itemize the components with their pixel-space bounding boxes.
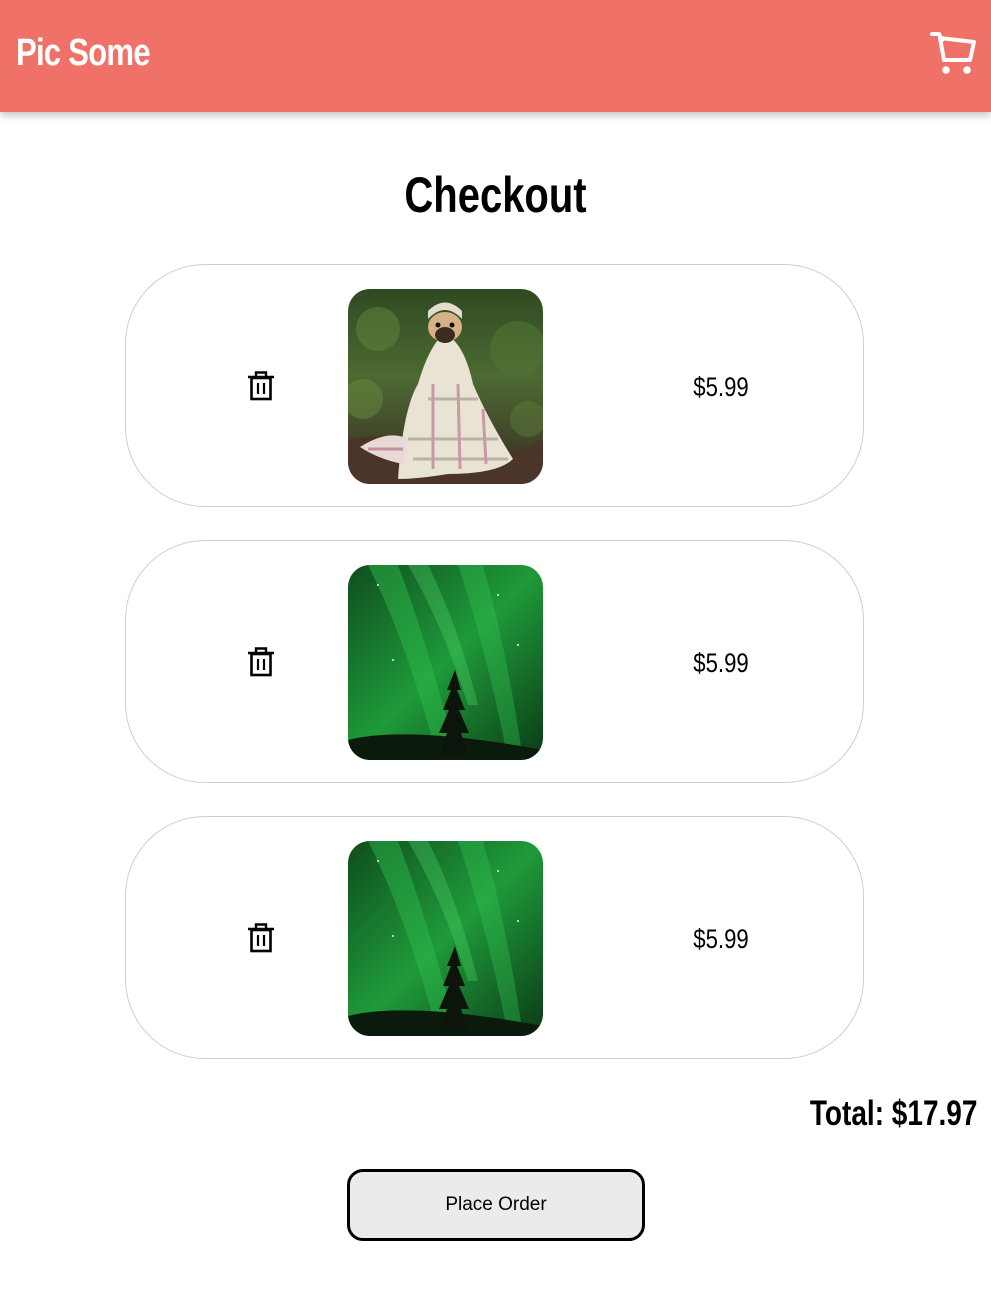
trash-icon[interactable] <box>247 371 275 401</box>
app-header: Pic Some <box>0 0 991 112</box>
item-price: $5.99 <box>693 924 749 954</box>
item-price: $5.99 <box>693 648 749 678</box>
trash-icon[interactable] <box>247 923 275 953</box>
aurora-image <box>348 841 543 1036</box>
pug-in-blanket-image <box>348 289 543 484</box>
page-title: Checkout <box>404 167 587 223</box>
app-logo[interactable]: Pic Some <box>16 34 151 72</box>
shopping-cart-icon[interactable] <box>930 30 976 76</box>
cart-item-image <box>348 565 543 760</box>
trash-icon[interactable] <box>247 647 275 677</box>
cart-item-image <box>348 289 543 484</box>
cart-item: $5.99 <box>125 264 864 507</box>
item-price: $5.99 <box>693 372 749 402</box>
place-order-button[interactable]: Place Order <box>347 1169 645 1241</box>
order-total: Total: $17.97 <box>809 1094 977 1133</box>
cart-item: $5.99 <box>125 540 864 783</box>
aurora-image <box>348 565 543 760</box>
cart-item: $5.99 <box>125 816 864 1059</box>
cart-item-image <box>348 841 543 1036</box>
